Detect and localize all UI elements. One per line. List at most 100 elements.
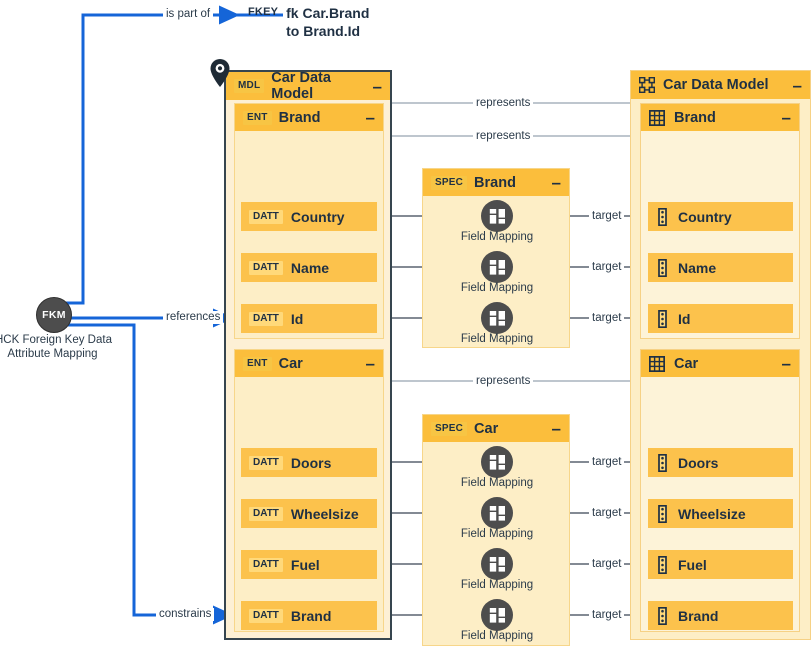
field-mapping-icon[interactable] (481, 200, 513, 232)
column-name-name: Name (678, 259, 717, 276)
attribute-name-tag: DATT (249, 260, 283, 275)
table-brand-collapse-icon[interactable]: – (782, 109, 791, 126)
field-mapping-icon[interactable] (481, 599, 513, 631)
column-icon (656, 453, 669, 472)
attribute-fuel-name: Fuel (290, 556, 320, 573)
column-fuel[interactable]: Fuel (648, 550, 793, 579)
column-doors-name: Doors (678, 454, 719, 471)
edge-label-target: target (589, 507, 625, 520)
field-mapping-icon[interactable] (481, 497, 513, 529)
edge-label-references: references (163, 311, 224, 324)
column-fuel-name: Fuel (678, 556, 707, 573)
field-mapping-label: Field Mapping (460, 630, 534, 642)
column-wheelsize-name: Wheelsize (678, 505, 746, 522)
table-car-title: Car (674, 355, 699, 372)
column-doors[interactable]: Doors (648, 448, 793, 477)
attribute-brand[interactable]: DATT Brand (241, 601, 377, 630)
attribute-fuel[interactable]: DATT Fuel (241, 550, 377, 579)
edge-label-target: target (589, 456, 625, 469)
column-id[interactable]: Id (648, 304, 793, 333)
entity-car-collapse-icon[interactable]: – (366, 355, 375, 372)
column-icon (656, 258, 669, 277)
attribute-id[interactable]: DATT Id (241, 304, 377, 333)
fkey-tag: FKEY (248, 6, 279, 18)
fkey-title-line2: to Brand.Id (286, 23, 361, 39)
model-header[interactable]: MDL Car Data Model – (226, 70, 390, 102)
spec-brand-header[interactable]: SPEC Brand – (423, 169, 569, 196)
edge-label-constrains: constrains (156, 608, 215, 621)
fkm-caption: HCK Foreign Key Data Attribute Mapping (0, 333, 112, 361)
attribute-country-tag: DATT (249, 209, 283, 224)
attribute-wheelsize-tag: DATT (249, 506, 283, 521)
entity-car-title: Car (278, 355, 303, 372)
attribute-brand-name: Brand (290, 607, 332, 624)
column-id-name: Id (678, 310, 691, 327)
attribute-name[interactable]: DATT Name (241, 253, 377, 282)
entity-brand-tag: ENT (243, 110, 272, 125)
target-model-collapse-icon[interactable]: – (793, 77, 802, 94)
table-car-collapse-icon[interactable]: – (782, 355, 791, 372)
spec-brand-title: Brand (474, 174, 516, 191)
entity-car-header[interactable]: ENT Car – (235, 350, 383, 377)
column-name[interactable]: Name (648, 253, 793, 282)
entity-brand-collapse-icon[interactable]: – (366, 109, 375, 126)
spec-car-collapse-icon[interactable]: – (552, 420, 561, 437)
spec-car-title: Car (474, 420, 499, 437)
field-mapping-label: Field Mapping (460, 528, 534, 540)
column-icon (656, 309, 669, 328)
field-mapping-icon[interactable] (481, 446, 513, 478)
model-tag: MDL (234, 79, 265, 93)
attribute-country[interactable]: DATT Country (241, 202, 377, 231)
attribute-doors[interactable]: DATT Doors (241, 448, 377, 477)
spec-car-tag: SPEC (431, 421, 468, 436)
edge-label-target: target (589, 261, 625, 274)
target-model-title: Car Data Model (663, 77, 769, 93)
column-country-name: Country (678, 208, 732, 225)
edge-label-represents: represents (473, 375, 534, 388)
attribute-doors-tag: DATT (249, 455, 283, 470)
attribute-name-name: Name (290, 259, 330, 276)
spec-car-header[interactable]: SPEC Car – (423, 415, 569, 442)
attribute-wheelsize[interactable]: DATT Wheelsize (241, 499, 377, 528)
field-mapping-label: Field Mapping (460, 333, 534, 345)
fkey-title: fk Car.Brand to Brand.Id (286, 4, 369, 40)
table-grid-icon (649, 355, 665, 372)
entity-car[interactable]: ENT Car – (234, 349, 384, 632)
column-wheelsize[interactable]: Wheelsize (648, 499, 793, 528)
attribute-doors-name: Doors (290, 454, 332, 471)
fkey-title-line1: fk Car.Brand (286, 5, 370, 21)
column-icon (656, 207, 669, 226)
table-brand-header[interactable]: Brand – (641, 104, 799, 131)
target-model-header[interactable]: Car Data Model – (631, 71, 810, 99)
edge-label-represents: represents (473, 97, 534, 110)
column-icon (656, 606, 669, 625)
table-car[interactable]: Car – (640, 349, 800, 632)
field-mapping-label: Field Mapping (460, 231, 534, 243)
field-mapping-label: Field Mapping (460, 579, 534, 591)
column-brand[interactable]: Brand (648, 601, 793, 630)
network-nodes-icon (639, 77, 655, 93)
entity-brand-header[interactable]: ENT Brand – (235, 104, 383, 131)
field-mapping-icon[interactable] (481, 302, 513, 334)
fkey-node[interactable]: FKEY fk Car.Brand to Brand.Id (248, 4, 369, 40)
column-icon (656, 555, 669, 574)
fkm-badge: FKM (42, 309, 66, 321)
spec-brand-tag: SPEC (431, 175, 468, 190)
model-collapse-icon[interactable]: – (373, 78, 382, 95)
entity-brand-title: Brand (278, 109, 321, 126)
fkm-caption-line2: Attribute Mapping (7, 348, 98, 360)
edge-label-represents: represents (473, 130, 534, 143)
fkm-node[interactable]: FKM (36, 297, 72, 333)
edge-label-target: target (589, 312, 625, 325)
model-title: Car Data Model (271, 70, 331, 102)
field-mapping-icon[interactable] (481, 548, 513, 580)
attribute-brand-tag: DATT (249, 608, 283, 623)
attribute-id-tag: DATT (249, 311, 283, 326)
table-car-header[interactable]: Car – (641, 350, 799, 377)
edge-label-target: target (589, 558, 625, 571)
field-mapping-icon[interactable] (481, 251, 513, 283)
edge-label-target: target (589, 210, 625, 223)
column-country[interactable]: Country (648, 202, 793, 231)
spec-brand-collapse-icon[interactable]: – (552, 174, 561, 191)
field-mapping-label: Field Mapping (460, 282, 534, 294)
